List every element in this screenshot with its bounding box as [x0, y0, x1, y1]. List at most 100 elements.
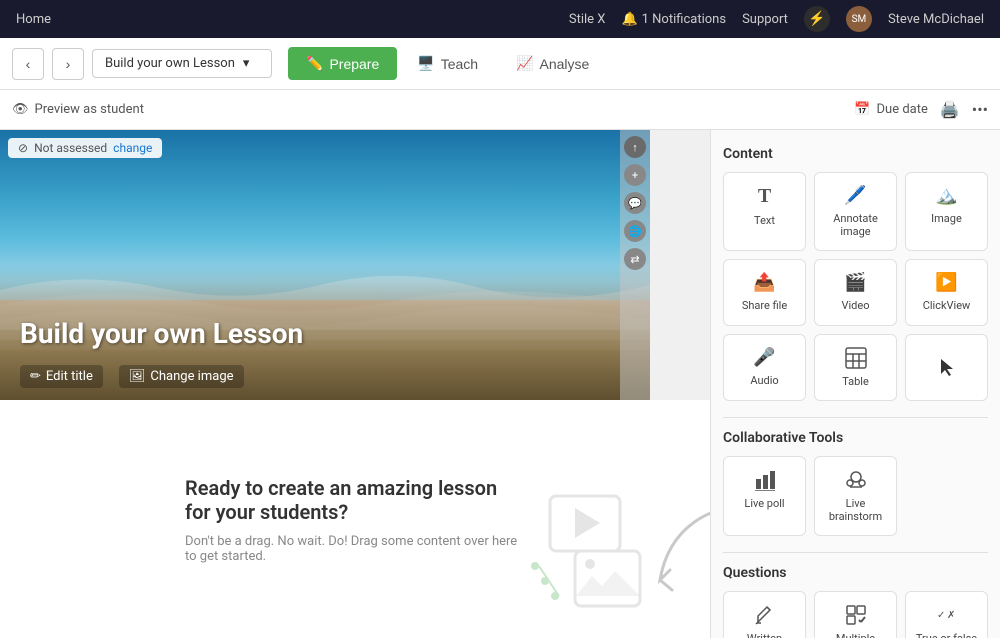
lesson-selector[interactable]: Build your own Lesson ▾ — [92, 49, 272, 78]
questions-title: Questions — [723, 565, 988, 581]
dropdown-icon: ▾ — [243, 56, 250, 71]
svg-text:✗: ✗ — [947, 610, 955, 621]
sharefile-label: Share file — [742, 299, 787, 312]
not-assessed-label: Not assessed — [34, 141, 107, 155]
lesson-name: Build your own Lesson — [105, 56, 235, 71]
annotation-arrow — [650, 500, 710, 620]
scroll-up-button[interactable]: ↑ — [624, 136, 646, 158]
tab-teach-label: Teach — [441, 56, 478, 72]
next-arrow-button[interactable]: › — [52, 48, 84, 80]
chart-icon: 📈 — [516, 55, 533, 72]
notification-count: 1 Notifications — [642, 12, 726, 27]
content-item-audio[interactable]: 🎤 Audio — [723, 334, 806, 401]
lightning-icon: ⚡ — [808, 11, 825, 27]
content-item-video[interactable]: 🎬 Video — [814, 259, 897, 325]
annotate-label: Annotate image — [823, 212, 888, 238]
content-item-livebrainstorm[interactable]: Live brainstorm — [814, 456, 897, 536]
table-icon — [845, 347, 867, 369]
expand-button[interactable]: ⇄ — [624, 248, 646, 270]
video-icon: 🎬 — [844, 272, 866, 293]
content-item-image[interactable]: 🏔️ Image — [905, 172, 988, 251]
content-item-written[interactable]: Written response — [723, 591, 806, 638]
eye-icon: 👁 — [12, 102, 29, 117]
tab-prepare-label: Prepare — [329, 56, 379, 72]
trueorfalse-icon: ✓ ✗ — [936, 604, 958, 626]
content-items-grid: T Text 🖊️ Annotate image 🏔️ Image 📤 Shar… — [723, 172, 988, 401]
nav-right: Stile X 🔔 1 Notifications Support ⚡ SM S… — [569, 6, 984, 32]
content-item-clickview[interactable]: ▶️ ClickView — [905, 259, 988, 325]
secondary-toolbar: 👁 Preview as student 📅 Due date 🖨️ ••• — [0, 90, 1000, 130]
content-item-multiplechoice[interactable]: Multiple choice — [814, 591, 897, 638]
question-items-grid: Written response Multiple choice ✓ ✗ — [723, 591, 988, 638]
change-link[interactable]: change — [113, 141, 152, 155]
no-assess-icon: ⊘ — [18, 141, 28, 155]
avatar[interactable]: SM — [846, 6, 872, 32]
tab-analyse-label: Analyse — [539, 56, 589, 72]
pencil-icon: ✏ — [30, 369, 41, 384]
teach-icon: 🖥️ — [417, 55, 434, 72]
content-item-table[interactable]: Table — [814, 334, 897, 401]
written-icon — [754, 604, 776, 626]
not-assessed-bar: ⊘ Not assessed change — [8, 138, 162, 158]
annotate-icon: 🖊️ — [844, 185, 866, 206]
right-panel: Content T Text 🖊️ Annotate image 🏔️ Imag… — [710, 130, 1000, 638]
prev-arrow-button[interactable]: ‹ — [12, 48, 44, 80]
due-date-button[interactable]: 📅 Due date — [854, 102, 928, 117]
pencil-icon: ✏️ — [306, 55, 323, 72]
edit-title-button[interactable]: ✏ Edit title — [20, 365, 103, 388]
lesson-hero: ⊘ Not assessed change Build your own Les… — [0, 130, 650, 400]
tab-buttons-group: ✏️ Prepare 🖥️ Teach 📈 Analyse — [288, 47, 607, 80]
audio-label: Audio — [750, 374, 778, 387]
home-link[interactable]: Home — [16, 12, 51, 27]
globe-button[interactable]: 🌐 — [624, 220, 646, 242]
print-button[interactable]: 🖨️ — [940, 100, 960, 119]
cursor-icon — [936, 356, 958, 378]
content-item-livepoll[interactable]: Live poll — [723, 456, 806, 536]
lightning-button[interactable]: ⚡ — [804, 6, 830, 32]
multiplechoice-icon — [845, 604, 867, 626]
tab-prepare[interactable]: ✏️ Prepare — [288, 47, 397, 80]
collaborative-items-grid: Live poll Live brainstorm — [723, 456, 988, 536]
notification-button[interactable]: 🔔 1 Notifications — [621, 12, 726, 27]
written-label: Written response — [732, 632, 797, 638]
hero-actions: ✏ Edit title 🖼 Change image — [20, 365, 244, 388]
comment-button[interactable]: 💬 — [624, 192, 646, 214]
divider-1 — [723, 417, 988, 418]
user-name: Steve McDichael — [888, 12, 984, 27]
image-icon: 🏔️ — [935, 185, 957, 206]
content-item-text[interactable]: T Text — [723, 172, 806, 251]
tab-teach[interactable]: 🖥️ Teach — [399, 47, 496, 80]
main-layout: ⊘ Not assessed change Build your own Les… — [0, 130, 1000, 638]
more-options-button[interactable]: ••• — [972, 100, 988, 119]
stile-x-label: Stile X — [569, 12, 606, 27]
change-image-label: Change image — [150, 369, 233, 384]
livepoll-label: Live poll — [744, 497, 784, 510]
divider-2 — [723, 552, 988, 553]
table-label: Table — [842, 375, 869, 388]
content-item-annotate[interactable]: 🖊️ Annotate image — [814, 172, 897, 251]
content-item-sharefile[interactable]: 📤 Share file — [723, 259, 806, 325]
tab-analyse[interactable]: 📈 Analyse — [498, 47, 607, 80]
add-section-button[interactable]: + — [624, 164, 646, 186]
audio-icon: 🎤 — [753, 347, 775, 368]
change-image-button[interactable]: 🖼 Change image — [119, 365, 244, 388]
empty-illustration — [520, 486, 650, 620]
multiplechoice-label: Multiple choice — [823, 632, 888, 638]
empty-subtitle: Don't be a drag. No wait. Do! Drag some … — [185, 534, 525, 564]
cursor-slot — [905, 334, 988, 401]
sharefile-icon: 📤 — [753, 272, 775, 293]
svg-text:✓: ✓ — [937, 610, 945, 621]
image-icon: 🖼 — [129, 369, 146, 384]
livepoll-icon — [754, 469, 776, 491]
support-link[interactable]: Support — [742, 12, 788, 27]
main-toolbar: ‹ › Build your own Lesson ▾ ✏️ Prepare 🖥… — [0, 38, 1000, 90]
content-item-trueorfalse[interactable]: ✓ ✗ True or false — [905, 591, 988, 638]
content-section-title: Content — [723, 146, 988, 162]
text-label: Text — [754, 214, 775, 227]
bell-icon: 🔔 — [621, 12, 637, 27]
hero-title: Build your own Lesson — [20, 317, 303, 350]
image-label: Image — [931, 212, 962, 225]
preview-student-button[interactable]: 👁 Preview as student — [12, 102, 144, 117]
calendar-icon: 📅 — [854, 102, 870, 117]
hero-sidebar: ↑ + 💬 🌐 ⇄ — [620, 130, 650, 400]
